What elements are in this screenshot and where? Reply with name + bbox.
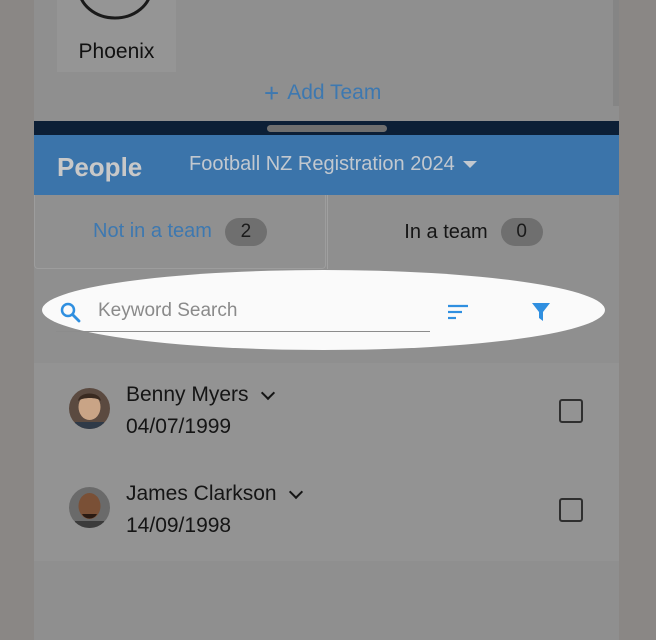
tab-not-in-team[interactable]: Not in a team 2 [34,195,326,269]
caret-down-icon [462,161,477,168]
count-badge: 2 [224,217,267,246]
chevron-down-icon [260,385,275,400]
drag-handle[interactable] [267,125,387,132]
search-input[interactable] [98,298,428,324]
checkbox[interactable] [559,498,583,522]
chevron-down-icon [288,484,303,499]
add-team-button[interactable]: + Add Team [264,80,381,106]
person-name: Benny Myers [126,383,249,406]
tab-in-team[interactable]: In a team 0 [327,195,619,269]
team-name: Phoenix [78,40,155,63]
tab-label: Not in a team [93,220,212,242]
teams-section: Phoenix + Add Team [34,0,619,121]
team-card-phoenix[interactable]: Phoenix [57,0,176,72]
checkbox[interactable] [559,399,583,423]
add-team-label: Add Team [287,81,382,104]
people-tabs: Not in a team 2 In a team 0 [34,195,619,269]
sort-icon[interactable] [447,304,469,320]
avatar [69,388,110,429]
person-dob: 04/07/1999 [126,415,232,438]
people-list: Benny Myers 04/07/1999 James Clarkson 14… [34,363,619,561]
people-header: People Football NZ Registration 2024 [34,135,619,195]
search-underline [56,331,430,332]
team-logo-icon [80,0,150,20]
avatar [69,487,110,528]
tab-label: In a team [404,220,488,243]
search-icon [60,302,81,323]
person-dob: 14/09/1998 [126,514,232,537]
list-item[interactable]: James Clarkson 14/09/1998 [34,462,619,561]
filter-icon[interactable] [531,302,551,322]
person-name-row[interactable]: Benny Myers [126,383,275,407]
competition-label: Football NZ Registration 2024 [189,153,455,175]
competition-select[interactable]: Football NZ Registration 2024 [189,153,477,176]
scrollbar[interactable] [613,0,619,106]
app-screen: Phoenix + Add Team People Football NZ Re… [34,0,619,640]
people-title: People [57,152,143,182]
list-item[interactable]: Benny Myers 04/07/1999 [34,363,619,462]
plus-icon: + [264,78,280,108]
count-badge: 0 [500,218,543,246]
person-name: James Clarkson [126,482,277,505]
person-name-row[interactable]: James Clarkson [126,482,303,506]
